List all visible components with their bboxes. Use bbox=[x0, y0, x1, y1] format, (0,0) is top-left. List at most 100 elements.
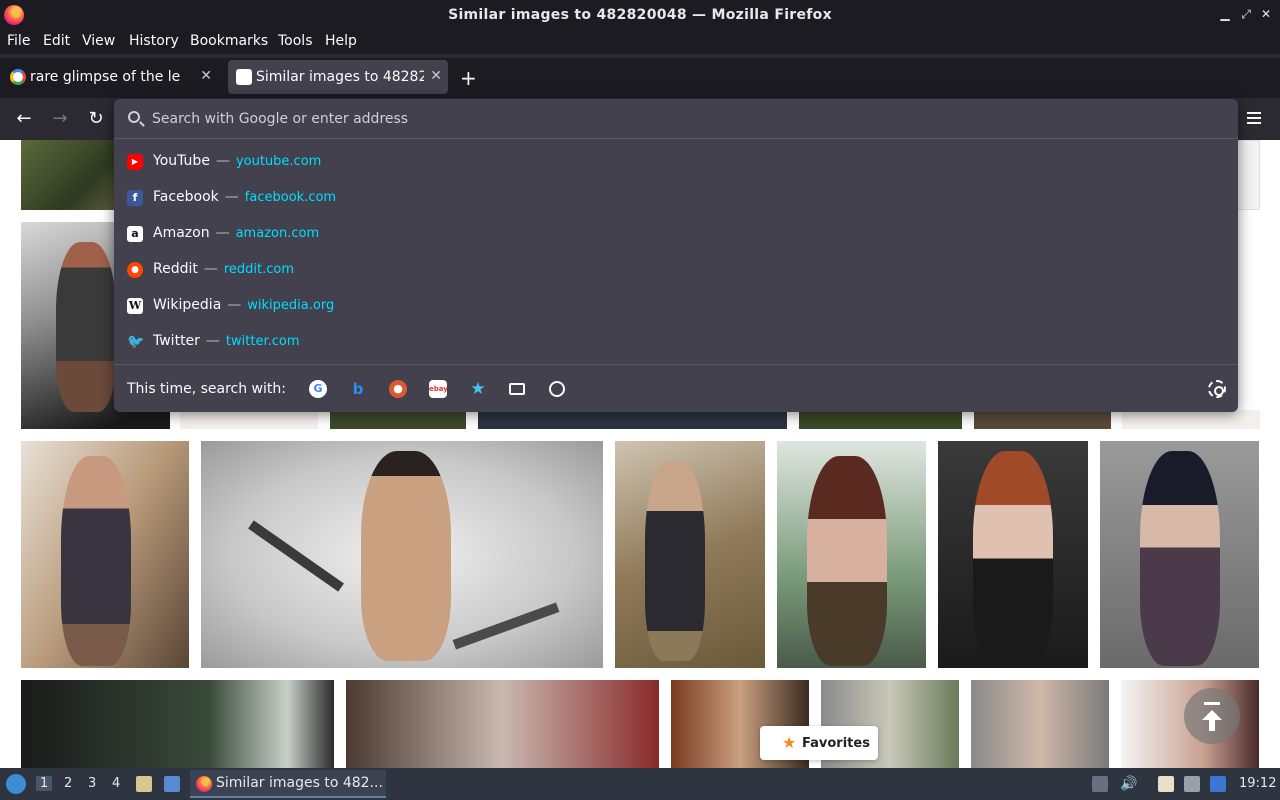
system-taskbar: 1 2 3 4 Similar images to 482... 🔊 19:12 bbox=[0, 768, 1280, 800]
scroll-to-top-button[interactable] bbox=[1184, 688, 1240, 744]
arrow-up-icon bbox=[1209, 719, 1215, 731]
urlbar-dropdown: ▶ YouTube—youtube.com f Facebook—faceboo… bbox=[114, 99, 1238, 412]
result-image[interactable] bbox=[799, 410, 962, 429]
volume-icon[interactable]: 🔊 bbox=[1120, 776, 1137, 792]
workspace-4[interactable]: 4 bbox=[112, 776, 120, 791]
taskbar-window-label: Similar images to 482... bbox=[216, 775, 383, 791]
result-image[interactable] bbox=[777, 441, 926, 668]
menu-bar: File Edit View History Bookmarks Tools H… bbox=[0, 30, 1280, 54]
suggestion-url: amazon.com bbox=[235, 226, 320, 241]
tabs-icon[interactable] bbox=[509, 383, 525, 395]
desktop-icon[interactable] bbox=[164, 776, 180, 792]
firefox-icon bbox=[196, 776, 212, 792]
window-titlebar: Similar images to 482820048 — Mozilla Fi… bbox=[0, 0, 1280, 30]
settings-gear-icon[interactable] bbox=[1208, 380, 1226, 398]
suggestion-url: youtube.com bbox=[235, 154, 322, 169]
update-icon[interactable] bbox=[1210, 776, 1226, 792]
result-image[interactable] bbox=[180, 410, 318, 429]
network-icon[interactable] bbox=[1184, 776, 1200, 792]
search-with-bar: This time, search with: G b ● ebay ★ bbox=[114, 364, 1238, 412]
notes-icon[interactable] bbox=[1158, 776, 1174, 792]
forward-button[interactable]: → bbox=[48, 108, 72, 132]
minimize-button[interactable]: ▁ bbox=[1218, 7, 1232, 21]
tab-title: rare glimpse of the legen bbox=[30, 69, 180, 85]
suggestion-title: Twitter bbox=[153, 333, 200, 349]
maximize-button[interactable]: ⤢ bbox=[1239, 7, 1253, 21]
google-icon[interactable]: G bbox=[309, 380, 327, 398]
reddit-icon: ● bbox=[127, 262, 143, 278]
result-image[interactable] bbox=[21, 680, 334, 768]
tray-arrow-icon[interactable] bbox=[1092, 776, 1108, 792]
favorites-label: Favorites bbox=[802, 736, 870, 751]
tab-title: Similar images to 48282 bbox=[256, 69, 424, 85]
start-menu-icon[interactable] bbox=[6, 774, 26, 794]
result-image[interactable] bbox=[938, 441, 1088, 668]
close-window-button[interactable]: ✕ bbox=[1259, 7, 1273, 21]
file-manager-icon[interactable] bbox=[136, 776, 152, 792]
app-menu-icon[interactable] bbox=[1247, 112, 1261, 124]
menu-file[interactable]: File bbox=[7, 33, 30, 49]
history-icon[interactable] bbox=[549, 381, 565, 397]
workspace-2[interactable]: 2 bbox=[64, 776, 72, 791]
tab-bar: rare glimpse of the legen ✕ Similar imag… bbox=[0, 58, 1280, 98]
result-image[interactable] bbox=[971, 680, 1109, 768]
suggestion-wikipedia[interactable]: W Wikipedia — wikipedia.org bbox=[114, 288, 1238, 324]
suggestion-title: Amazon bbox=[153, 225, 210, 241]
suggestion-twitter[interactable]: 🐦 Twitter — twitter.com bbox=[114, 324, 1238, 360]
close-tab-icon[interactable]: ✕ bbox=[200, 68, 212, 84]
taskbar-firefox-window[interactable]: Similar images to 482... bbox=[190, 770, 386, 798]
back-button[interactable]: ← bbox=[12, 108, 36, 132]
suggestion-title: Wikipedia bbox=[153, 297, 222, 313]
star-icon: ★ bbox=[782, 733, 797, 752]
search-icon bbox=[128, 111, 140, 123]
result-image[interactable] bbox=[974, 410, 1111, 429]
suggestion-title: Facebook bbox=[153, 189, 219, 205]
new-tab-button[interactable]: + bbox=[460, 66, 477, 90]
suggestion-amazon[interactable]: a Amazon — amazon.com bbox=[114, 216, 1238, 252]
site-icon bbox=[236, 69, 252, 85]
ebay-icon[interactable]: ebay bbox=[429, 380, 448, 398]
result-image[interactable] bbox=[201, 441, 603, 668]
twitter-icon: 🐦 bbox=[127, 334, 145, 350]
menu-edit[interactable]: Edit bbox=[43, 33, 70, 49]
suggestion-title: YouTube bbox=[153, 153, 210, 169]
url-input[interactable] bbox=[152, 107, 1212, 131]
search-with-label: This time, search with: bbox=[127, 381, 286, 397]
result-image[interactable] bbox=[330, 410, 466, 429]
close-tab-icon[interactable]: ✕ bbox=[430, 68, 442, 84]
result-image[interactable] bbox=[21, 441, 189, 668]
suggestion-url: facebook.com bbox=[244, 190, 337, 205]
menu-bookmarks[interactable]: Bookmarks bbox=[190, 33, 268, 49]
clock: 19:12 bbox=[1239, 776, 1277, 791]
wikipedia-icon: W bbox=[127, 298, 143, 314]
screen: Similar images to 482820048 — Mozilla Fi… bbox=[0, 0, 1280, 800]
workspace-3[interactable]: 3 bbox=[88, 776, 96, 791]
bookmarks-icon[interactable]: ★ bbox=[469, 380, 487, 398]
result-image[interactable] bbox=[615, 441, 765, 668]
suggestion-reddit[interactable]: ● Reddit — reddit.com bbox=[114, 252, 1238, 288]
menu-history[interactable]: History bbox=[129, 33, 179, 49]
workspace-1[interactable]: 1 bbox=[36, 776, 53, 791]
reload-button[interactable]: ↻ bbox=[84, 108, 108, 132]
suggestion-facebook[interactable]: f Facebook — facebook.com bbox=[114, 180, 1238, 216]
result-image[interactable] bbox=[346, 680, 659, 768]
result-image[interactable] bbox=[478, 410, 787, 429]
amazon-icon: a bbox=[127, 226, 143, 242]
favorites-button[interactable]: ★ Favorites bbox=[760, 726, 878, 760]
suggestion-youtube[interactable]: ▶ YouTube — youtube.com bbox=[114, 144, 1238, 180]
menu-view[interactable]: View bbox=[82, 33, 115, 49]
window-title: Similar images to 482820048 — Mozilla Fi… bbox=[448, 7, 832, 23]
tab-similar-images[interactable]: Similar images to 48282 ✕ bbox=[228, 60, 448, 94]
menu-tools[interactable]: Tools bbox=[278, 33, 313, 49]
urlbar bbox=[114, 99, 1238, 139]
google-icon bbox=[10, 69, 26, 85]
result-image[interactable] bbox=[1122, 410, 1260, 429]
suggestion-url: reddit.com bbox=[223, 262, 295, 277]
suggestion-url: twitter.com bbox=[225, 334, 300, 349]
bing-icon[interactable]: b bbox=[349, 380, 367, 398]
tab-google-search[interactable]: rare glimpse of the legen ✕ bbox=[2, 60, 218, 94]
result-image[interactable] bbox=[1100, 441, 1259, 668]
youtube-icon: ▶ bbox=[127, 154, 143, 170]
duckduckgo-icon[interactable]: ● bbox=[389, 380, 407, 398]
menu-help[interactable]: Help bbox=[325, 33, 357, 49]
